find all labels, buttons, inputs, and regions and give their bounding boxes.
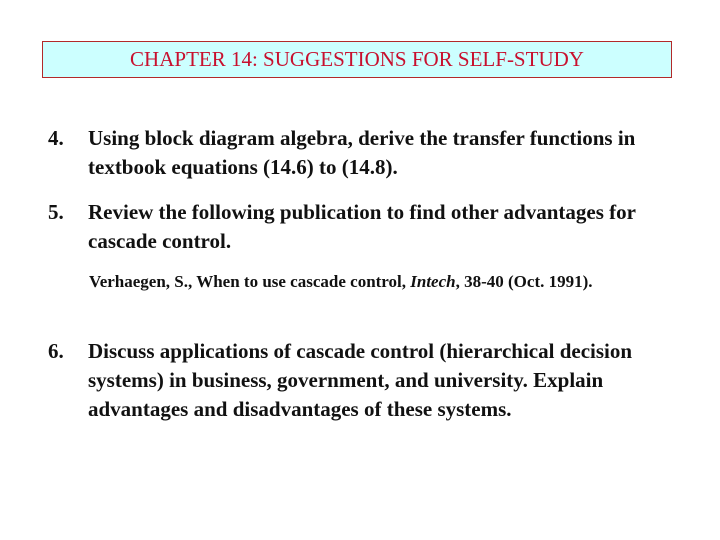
citation-journal: Intech: [410, 272, 456, 291]
exercise-item-5: 5. Review the following publication to f…: [48, 198, 668, 256]
chapter-title: CHAPTER 14: SUGGESTIONS FOR SELF-STUDY: [130, 47, 584, 71]
exercise-number: 5.: [48, 200, 64, 224]
reference-citation: Verhaegen, S., When to use cascade contr…: [89, 270, 669, 294]
exercise-number: 4.: [48, 126, 64, 150]
chapter-title-box: CHAPTER 14: SUGGESTIONS FOR SELF-STUDY: [42, 41, 672, 78]
exercise-text: Using block diagram algebra, derive the …: [88, 126, 636, 179]
exercise-number: 6.: [48, 339, 64, 363]
exercise-text: Review the following publication to find…: [88, 200, 636, 253]
exercise-item-6: 6. Discuss applications of cascade contr…: [48, 337, 668, 424]
citation-authors-title: Verhaegen, S., When to use cascade contr…: [89, 272, 411, 291]
citation-pages-date: , 38-40 (Oct. 1991).: [455, 272, 593, 291]
exercise-text: Discuss applications of cascade control …: [88, 339, 633, 421]
exercise-item-4: 4. Using block diagram algebra, derive t…: [48, 124, 668, 182]
